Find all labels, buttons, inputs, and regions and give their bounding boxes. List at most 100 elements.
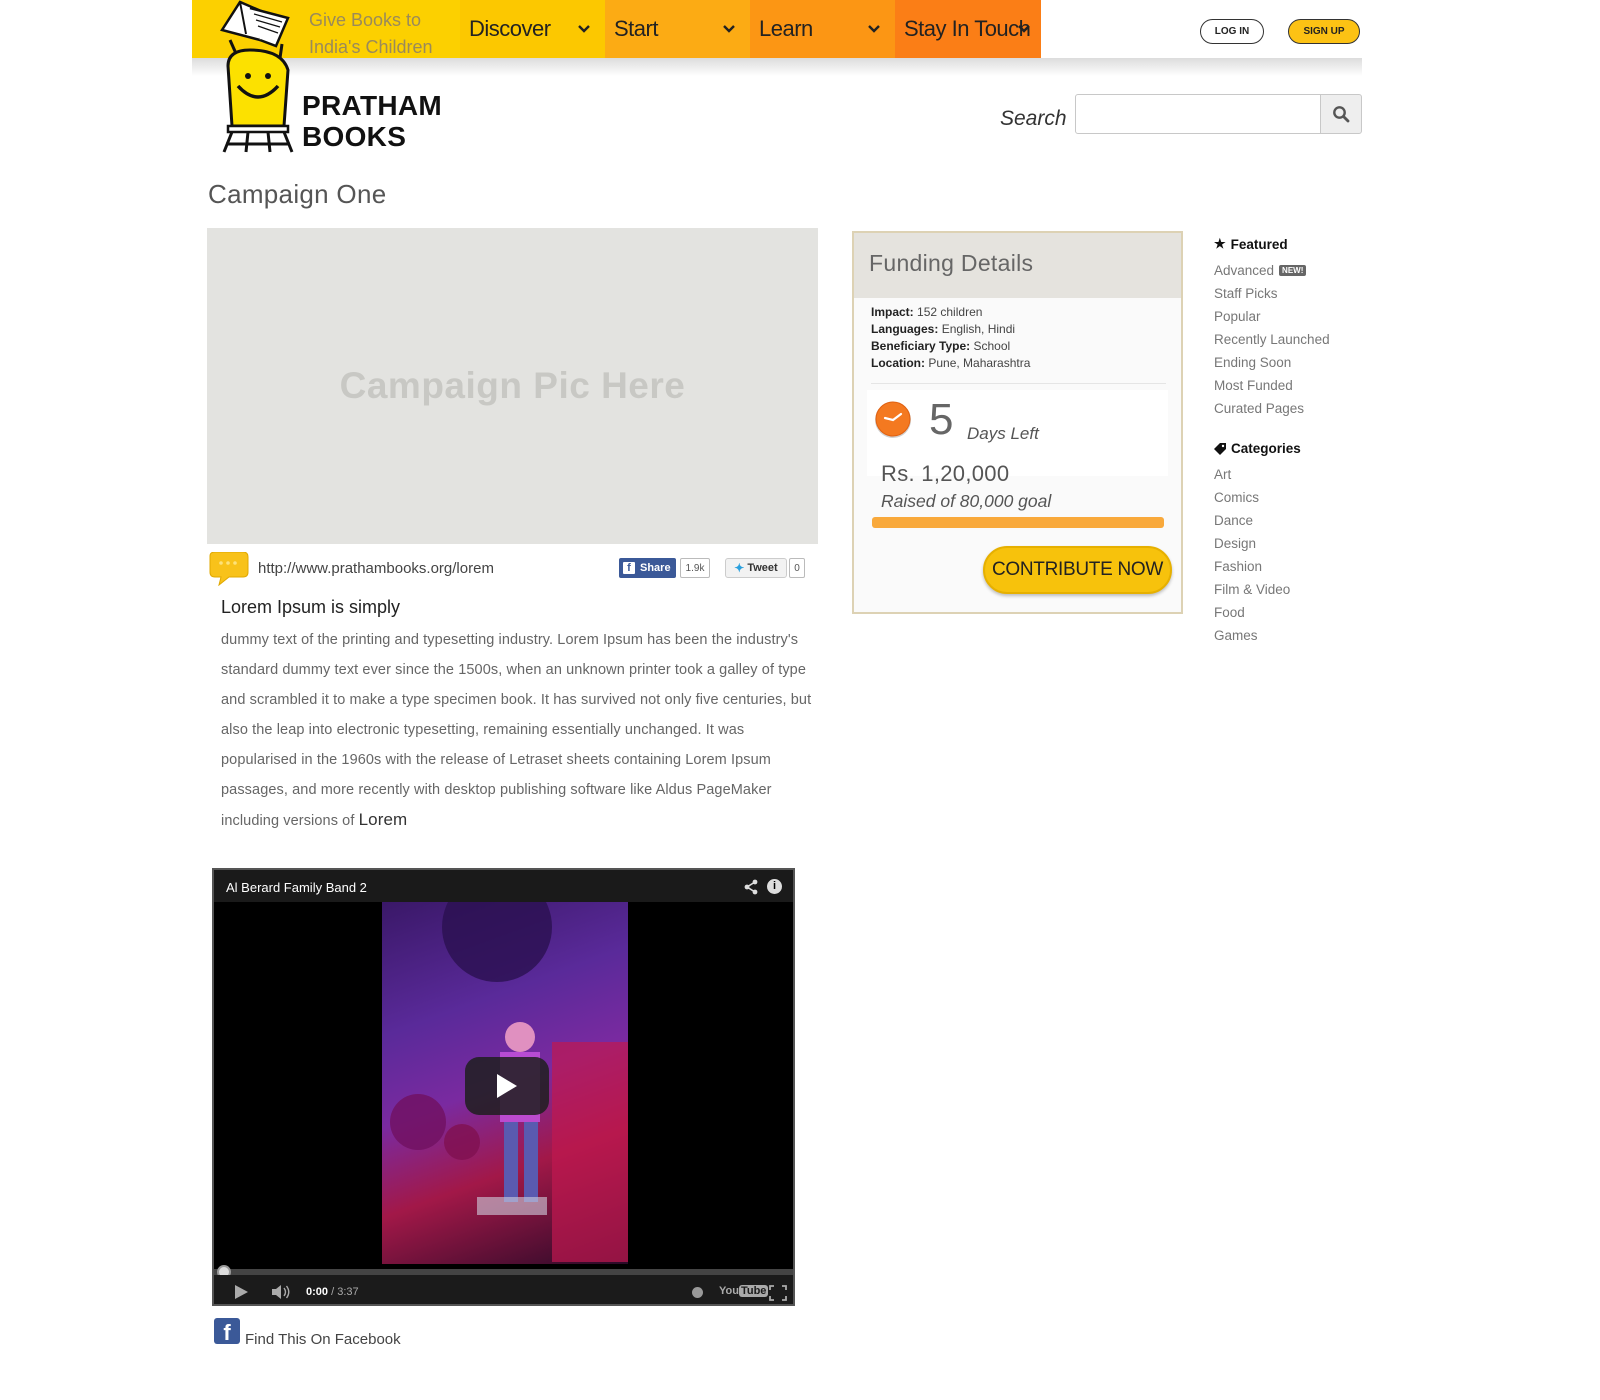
tagline: Give Books to India's Children (309, 10, 433, 57)
nav-stay-in-touch[interactable]: Stay In Touch (895, 0, 1041, 58)
campaign-body: dummy text of the printing and typesetti… (221, 632, 812, 829)
categories-section: Categories Art Comics Dance Design Fashi… (1214, 441, 1301, 651)
facebook-icon[interactable]: f (214, 1318, 240, 1345)
search-button[interactable] (1320, 94, 1362, 134)
funding-details-list: Impact: 152 children Languages: English,… (871, 304, 1030, 372)
clock-icon (875, 401, 911, 438)
detail-languages-label: Languages: (871, 322, 939, 336)
featured-list: Advanced NEW! Staff Picks Popular Recentl… (1214, 263, 1330, 424)
nav-learn[interactable]: Learn (750, 0, 895, 58)
campaign-url-link[interactable]: http://www.prathambooks.org/lorem (258, 560, 494, 577)
sidebar-item-film-video[interactable]: Film & Video (1214, 582, 1301, 605)
share-icon[interactable] (743, 879, 759, 895)
sidebar-item-comics[interactable]: Comics (1214, 490, 1301, 513)
campaign-body-text: dummy text of the printing and typesetti… (221, 625, 821, 836)
tag-icon (1214, 442, 1226, 455)
page-title: Campaign One (208, 179, 387, 209)
tweet-label: Tweet (747, 562, 778, 574)
sidebar-item-popular[interactable]: Popular (1214, 309, 1330, 332)
sidebar-item-ending-soon[interactable]: Ending Soon (1214, 355, 1330, 378)
days-left-label: Days Left (967, 424, 1039, 443)
find-on-facebook-link[interactable]: Find This On Facebook (245, 1331, 401, 1348)
detail-beneficiary: Beneficiary Type: School (871, 338, 1030, 355)
watch-later-icon[interactable] (692, 1287, 703, 1298)
funding-details-title: Funding Details (869, 250, 1034, 276)
sidebar-item-games[interactable]: Games (1214, 628, 1301, 651)
nav-start[interactable]: Start (605, 0, 750, 58)
categories-heading: Categories (1214, 441, 1301, 456)
sidebar-item-design[interactable]: Design (1214, 536, 1301, 559)
video-time: 0:00 / 3:37 (306, 1286, 359, 1298)
sidebar-item-recently-launched[interactable]: Recently Launched (1214, 332, 1330, 355)
featured-section: ★ Featured Advanced NEW! Staff Picks Popu… (1214, 236, 1330, 424)
sidebar-item-advanced[interactable]: Advanced NEW! (1214, 263, 1330, 286)
sidebar-item-fashion[interactable]: Fashion (1214, 559, 1301, 582)
facebook-share-button[interactable]: f Share (619, 558, 676, 578)
funding-details-panel: Funding Details Impact: 152 children Lan… (852, 231, 1183, 614)
contribute-now-button[interactable]: CONTRIBUTE NOW (983, 546, 1172, 594)
detail-location-value: Pune, Maharashtra (928, 356, 1031, 370)
campaign-lead-text: Lorem Ipsum is simply (221, 597, 401, 617)
youtube-logo[interactable]: You Tube (719, 1285, 769, 1297)
speech-bubble-icon (209, 552, 249, 586)
nav-learn-label: Learn (759, 16, 813, 41)
star-icon: ★ (1214, 236, 1226, 251)
video-time-total: / 3:37 (331, 1286, 359, 1298)
tweet-button[interactable]: ✦ Tweet (725, 558, 787, 578)
video-play-button[interactable] (465, 1057, 549, 1115)
categories-list: Art Comics Dance Design Fashion Film & V… (1214, 467, 1301, 651)
funding-details-header: Funding Details (854, 233, 1181, 298)
chevron-down-icon (578, 25, 590, 33)
sidebar-item-dance[interactable]: Dance (1214, 513, 1301, 536)
sidebar-item-label: Advanced (1214, 263, 1275, 278)
search-input[interactable] (1075, 94, 1321, 134)
play-icon (497, 1074, 517, 1098)
facebook-share-count: 1.9k (680, 558, 710, 578)
sidebar-item-art[interactable]: Art (1214, 467, 1301, 490)
top-navigation: Give Books to India's Children Discover … (192, 0, 1362, 58)
video-player[interactable]: Al Berard Family Band 2 i 0:00 / 3:37 Yo… (212, 868, 795, 1306)
funding-progress-fill (872, 517, 1164, 528)
featured-heading: ★ Featured (1214, 236, 1330, 252)
detail-location-label: Location: (871, 356, 925, 370)
search-label: Search (1000, 107, 1067, 130)
fullscreen-icon[interactable] (769, 1285, 787, 1301)
sidebar-item-most-funded[interactable]: Most Funded (1214, 378, 1330, 401)
categories-heading-label: Categories (1231, 441, 1301, 456)
details-divider (871, 383, 1166, 384)
sidebar-item-food[interactable]: Food (1214, 605, 1301, 628)
login-button[interactable]: LOG IN (1200, 19, 1264, 44)
detail-impact-value: 152 children (917, 305, 983, 319)
play-icon[interactable] (234, 1285, 248, 1299)
featured-heading-label: Featured (1230, 236, 1288, 252)
volume-icon[interactable] (272, 1285, 292, 1299)
brand-line1: PRATHAM (302, 90, 443, 121)
brand-line2: BOOKS (302, 121, 407, 152)
campaign-picture-text: Campaign Pic Here (339, 365, 686, 406)
new-badge: NEW! (1279, 265, 1307, 276)
video-time-current: 0:00 (306, 1286, 329, 1298)
detail-languages-value: English, Hindi (941, 322, 1016, 336)
sidebar-item-staff-picks[interactable]: Staff Picks (1214, 286, 1330, 309)
brand-name[interactable]: PRATHAM BOOKS (302, 90, 442, 152)
chevron-down-icon (723, 25, 735, 33)
raised-amount: Rs. 1,20,000 (881, 461, 1010, 486)
nav-discover[interactable]: Discover (460, 0, 605, 58)
campaign-picture-placeholder: Campaign Pic Here (207, 228, 818, 544)
detail-languages: Languages: English, Hindi (871, 321, 1030, 338)
sidebar-item-curated-pages[interactable]: Curated Pages (1214, 401, 1330, 424)
raised-goal: Raised of 80,000 goal (881, 491, 1052, 511)
signup-button[interactable]: SIGN UP (1288, 19, 1360, 44)
pratham-books-logo-mascot-icon[interactable] (210, 0, 310, 156)
chevron-down-icon (868, 25, 880, 33)
detail-impact-label: Impact: (871, 305, 914, 319)
detail-beneficiary-label: Beneficiary Type: (871, 339, 971, 353)
tweet-count: 0 (789, 558, 805, 578)
facebook-icon: f (623, 562, 635, 574)
youtube-logo-you: You (719, 1285, 739, 1297)
info-icon[interactable]: i (767, 879, 782, 894)
nav-start-label: Start (614, 16, 658, 41)
video-title[interactable]: Al Berard Family Band 2 (226, 880, 367, 895)
header-shadow (192, 58, 1362, 76)
detail-impact: Impact: 152 children (871, 304, 1030, 321)
